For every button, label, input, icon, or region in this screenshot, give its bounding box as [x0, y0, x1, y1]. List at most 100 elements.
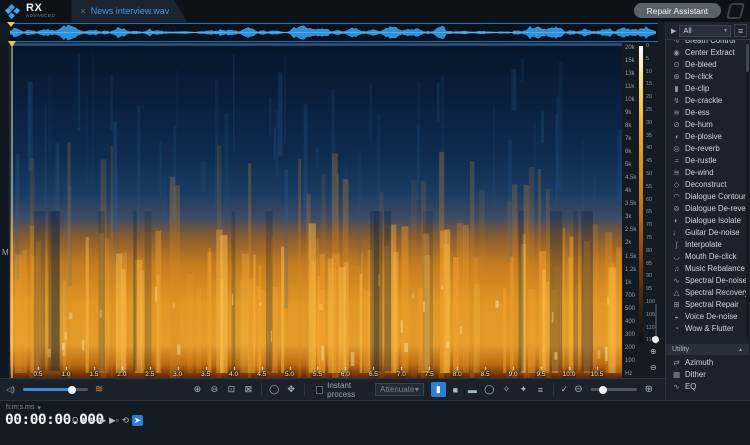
module-item-de-crackle[interactable]: ↯De-crackle	[666, 94, 749, 106]
spectral-repair-icon: ⊞	[672, 300, 681, 309]
module-list-scrollbar[interactable]	[746, 42, 749, 340]
time-ruler: 0.51.01.52.02.53.03.54.04.55.05.56.06.57…	[10, 368, 622, 378]
module-item-de-hum[interactable]: ⊘ De-hum	[666, 118, 749, 130]
horizontal-zoom-slider[interactable]	[591, 388, 637, 391]
module-preview-icon[interactable]: ▶	[671, 27, 676, 35]
process-module-dropdown[interactable]: Attenuate ▾	[375, 383, 424, 396]
horizontal-zoom-in-icon[interactable]: ⊕	[645, 385, 653, 395]
vertical-zoom-control: ⊕ ⊖	[649, 348, 663, 378]
ruler-label: 9.0	[509, 371, 518, 378]
go-to-start-button[interactable]: ⇤	[90, 416, 97, 425]
apply-selection-icon[interactable]: ✓	[559, 382, 571, 397]
db-tick-label: 35	[646, 134, 660, 140]
module-item-wow-flutter[interactable]: ◔Wow & Flutter	[666, 322, 749, 334]
module-item-guitar-de-noise[interactable]: ♩Guitar De-noise	[666, 226, 749, 238]
module-panel-header: ▶ All ▾ ≡	[666, 22, 750, 40]
blend-slider-knob[interactable]	[68, 386, 76, 394]
db-tick-label: 15	[646, 82, 660, 88]
module-item-voice-de-noise[interactable]: ◒Voice De-noise	[666, 310, 749, 322]
utility-item-dither[interactable]: ▦Dither	[666, 368, 749, 380]
module-item-de-bleed[interactable]: ⊙De-bleed	[666, 58, 749, 70]
ruler-label: 4.0	[229, 371, 238, 378]
scrollbar-thumb[interactable]	[746, 44, 749, 72]
module-item-de-rustle[interactable]: ≈De-rustle	[666, 154, 749, 166]
module-item-de-click[interactable]: ⊛De-click	[666, 70, 749, 82]
record-button[interactable]: ●	[81, 416, 86, 425]
time-select-tool[interactable]: ▮	[431, 382, 446, 397]
zoom-fit-icon[interactable]: ⊠	[241, 382, 256, 397]
vertical-zoom-knob[interactable]	[652, 336, 659, 343]
frequency-select-tool[interactable]: ▬	[465, 382, 480, 397]
module-item-label: De-hum	[685, 120, 713, 129]
module-item-center-extract[interactable]: ◉Center Extract	[666, 46, 749, 58]
module-item-de-reverb[interactable]: ◎De-reverb	[666, 142, 749, 154]
db-tick-label: 5	[646, 57, 660, 63]
module-item-spectral-recovery[interactable]: △Spectral Recovery	[666, 286, 749, 298]
magnify-tool-icon[interactable]: ◯	[267, 382, 282, 397]
module-item-de-ess[interactable]: ≋De-ess	[666, 106, 749, 118]
monitor-speaker-icon[interactable]: ◁)	[6, 386, 15, 394]
vertical-zoom-out-icon[interactable]: ⊖	[650, 364, 657, 372]
caret-down-icon: ▾	[37, 404, 41, 412]
dialogue-isolate-icon: ◐	[672, 216, 681, 225]
module-item-dialogue-contour[interactable]: ◠Dialogue Contour	[666, 190, 749, 202]
file-tab[interactable]: × News interview.wav	[71, 0, 187, 22]
module-filter-select[interactable]: All ▾	[679, 25, 731, 37]
module-item-de-wind[interactable]: ≅De-wind	[666, 166, 749, 178]
find-similar-tool[interactable]: ≡	[533, 382, 548, 397]
play-button[interactable]: ▶	[100, 416, 107, 425]
module-item-spectral-de-noise[interactable]: ∿Spectral De-noise	[666, 274, 749, 286]
izotope-logo-icon	[4, 3, 21, 20]
module-item-de-clip[interactable]: ▮De-clip	[666, 82, 749, 94]
zoom-in-icon[interactable]: ⊕	[190, 382, 205, 397]
module-item-label: Wow & Flutter	[685, 324, 734, 333]
monitor-icon[interactable]: Ω	[72, 416, 78, 425]
horizontal-zoom-out-icon[interactable]: ⊖	[574, 385, 582, 395]
utility-title: Utility	[672, 346, 689, 353]
zoom-selection-icon[interactable]: ⊡	[224, 382, 239, 397]
utility-section-header[interactable]: Utility ▲	[666, 344, 749, 355]
module-item-music-rebalance[interactable]: ♫Music Rebalance	[666, 262, 749, 274]
utility-item-azimuth[interactable]: ⇄Azimuth	[666, 356, 749, 368]
magic-wand-tool[interactable]: ✦	[516, 382, 531, 397]
overview-playhead-marker[interactable]	[7, 22, 15, 27]
module-menu-icon[interactable]: ≡	[734, 24, 747, 37]
repair-assistant-button[interactable]: Repair Assistant	[634, 3, 721, 18]
spectrogram-waveform-blend-slider[interactable]	[23, 388, 88, 391]
waveform-overview[interactable]	[10, 23, 658, 42]
time-format-selector[interactable]: h:m:s.ms ▾	[6, 404, 41, 412]
spectrogram-display[interactable]: 0.51.01.52.02.53.03.54.04.55.05.56.06.57…	[10, 43, 622, 378]
ruler-label: 7.0	[397, 371, 406, 378]
module-item-deconstruct[interactable]: ◇Deconstruct	[666, 178, 749, 190]
de-bleed-icon: ⊙	[672, 60, 681, 69]
spectrogram-blend-icon[interactable]: ≋	[95, 384, 103, 395]
caret-down-icon: ▾	[415, 385, 419, 394]
play-selection-button[interactable]: ▶▫	[109, 416, 119, 425]
follow-playhead-button[interactable]: ➤	[132, 415, 143, 426]
module-item-interpolate[interactable]: ∫Interpolate	[666, 238, 749, 250]
de-hum-icon: ⊘	[672, 120, 681, 129]
module-item-dialogue-isolate[interactable]: ◐Dialogue Isolate	[666, 214, 749, 226]
vertical-zoom-in-icon[interactable]: ⊕	[650, 348, 657, 356]
tab-close-icon[interactable]: ×	[80, 7, 85, 16]
module-item-de-plosive[interactable]: ◖De-plosive	[666, 130, 749, 142]
mouth-de-click-icon: ◡	[672, 252, 681, 261]
freq-tick-label: 3k	[625, 214, 638, 220]
lasso-select-tool[interactable]: ◯	[482, 382, 497, 397]
db-tick-label: 45	[646, 159, 660, 165]
module-item-label: Music Rebalance	[685, 264, 745, 273]
horizontal-zoom-knob[interactable]	[599, 386, 607, 394]
amplitude-db-scale: 0510152025303540455055606570758085909510…	[646, 44, 660, 344]
loop-button[interactable]: ⟲	[122, 416, 129, 425]
utility-item-eq[interactable]: ∿EQ	[666, 380, 749, 392]
module-item-dialogue-de-reverb[interactable]: ⊚Dialogue De-reverb	[666, 202, 749, 214]
instant-process-checkbox[interactable]	[316, 386, 323, 394]
playhead-marker[interactable]	[8, 41, 16, 47]
module-item-spectral-repair[interactable]: ⊞Spectral Repair	[666, 298, 749, 310]
grab-tool-icon[interactable]: ✥	[284, 382, 299, 397]
db-tick-label: 30	[646, 121, 660, 127]
module-item-mouth-de-click[interactable]: ◡Mouth De-click	[666, 250, 749, 262]
time-frequency-select-tool[interactable]: ■	[448, 382, 463, 397]
zoom-out-icon[interactable]: ⊖	[207, 382, 222, 397]
brush-select-tool[interactable]: ✧	[499, 382, 514, 397]
